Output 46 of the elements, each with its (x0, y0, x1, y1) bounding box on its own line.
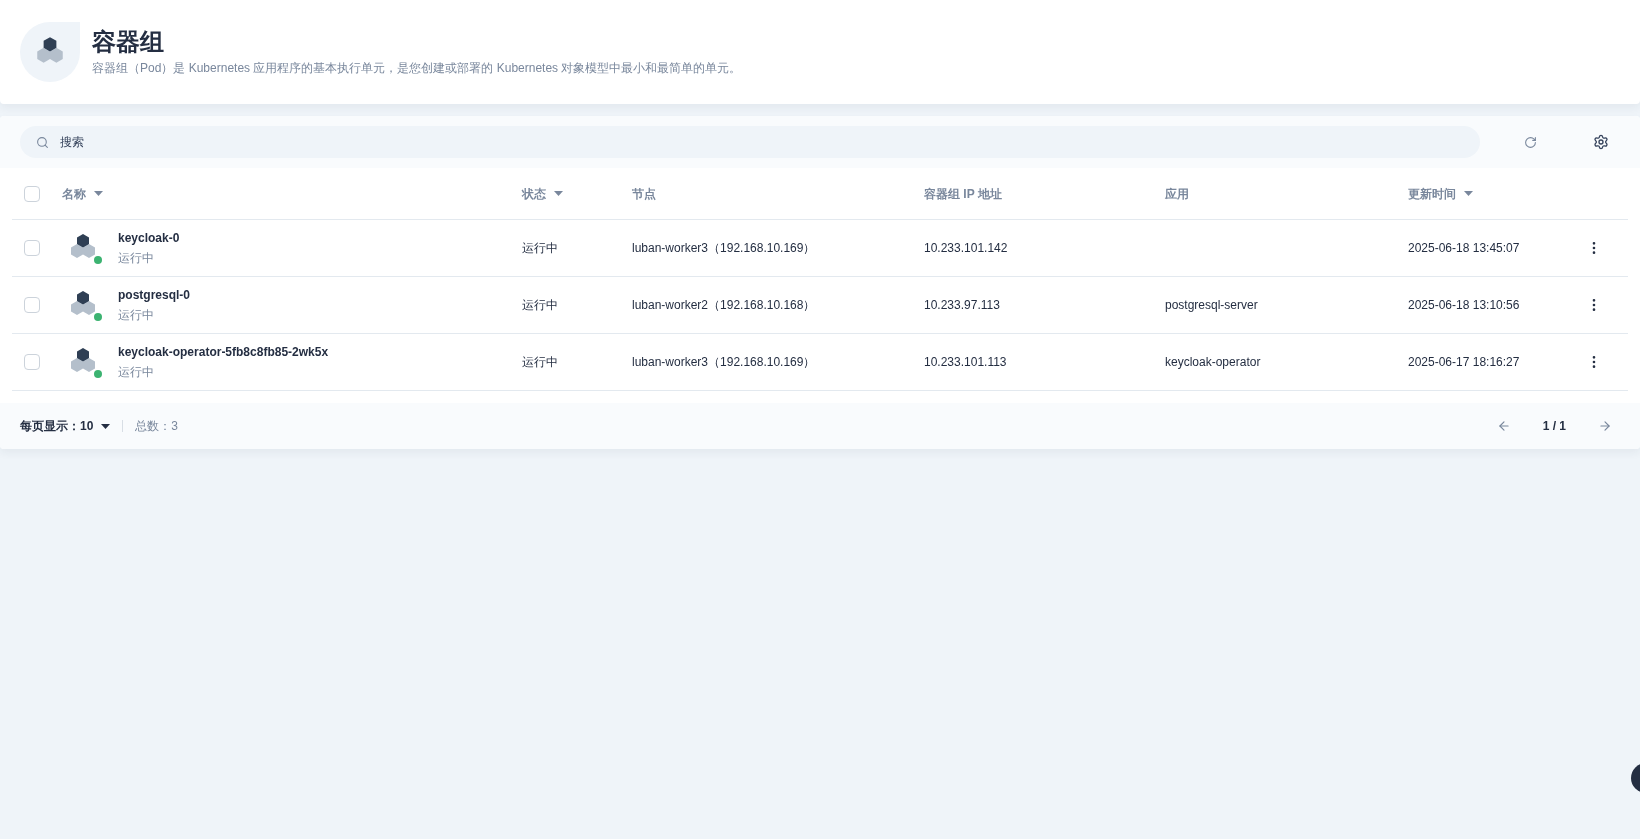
checkbox[interactable] (24, 297, 40, 313)
checkbox[interactable] (24, 354, 40, 370)
search-icon (36, 136, 49, 149)
status-cell: 运行中 (522, 354, 558, 370)
page-size-dropdown[interactable]: 每页显示：10 (20, 418, 111, 434)
pod-name-link[interactable]: postgresql-0 (118, 287, 190, 303)
pod-status-text: 运行中 (118, 250, 155, 266)
updated-time-cell: 2025-06-18 13:10:56 (1408, 297, 1520, 313)
column-header[interactable]: 状态 (522, 185, 563, 202)
settings-icon (1593, 134, 1609, 150)
arrow-left-icon (1496, 419, 1511, 433)
pod-name-link[interactable]: keycloak-0 (118, 230, 180, 246)
previous-page-button[interactable] (1496, 419, 1511, 433)
node-cell: luban-worker3（192.168.10.169） (632, 240, 816, 256)
search-field[interactable]: 搜索 (20, 126, 1480, 158)
updated-time-cell: 2025-06-18 13:45:07 (1408, 240, 1520, 256)
node-cell: luban-worker3（192.168.10.169） (632, 354, 816, 370)
column-header[interactable]: 名称 (62, 185, 103, 202)
refresh-icon (1524, 135, 1537, 149)
pod-name-link[interactable]: keycloak-operator-5fb8c8fb85-2wk5x (118, 344, 329, 360)
node-cell: luban-worker2（192.168.10.168） (632, 297, 816, 313)
status-cell: 运行中 (522, 240, 558, 256)
next-page-button[interactable] (1598, 419, 1612, 433)
ip-cell: 10.233.101.142 (924, 240, 1008, 256)
pod-status-text: 运行中 (118, 307, 155, 323)
page-description: 容器组（Pod）是 Kubernetes 应用程序的基本执行单元，是您创建或部署的 Kubernetes 对象模型中最小和最简单的单元。 (92, 60, 742, 76)
column-header: 节点 (632, 185, 656, 202)
sort-caret-icon (1464, 191, 1473, 196)
column-header: 容器组 IP 地址 (924, 185, 1002, 202)
sort-caret-icon (94, 191, 103, 196)
checkbox[interactable] (24, 185, 40, 202)
ip-cell: 10.233.97.113 (924, 297, 1000, 313)
app-cell: postgresql-server (1165, 298, 1258, 312)
page-title: 容器组 (92, 28, 165, 56)
column-header: 应用 (1165, 185, 1189, 202)
ip-cell: 10.233.101.113 (924, 354, 1007, 370)
total-count: 总数：3 (135, 418, 179, 434)
column-header[interactable]: 更新时间 (1408, 185, 1473, 202)
status-cell: 运行中 (522, 297, 558, 313)
caret-down-icon (101, 423, 111, 429)
pod-status-text: 运行中 (118, 364, 155, 380)
updated-time-cell: 2025-06-17 18:16:27 (1408, 354, 1520, 370)
checkbox[interactable] (24, 240, 40, 256)
sort-caret-icon (554, 191, 563, 196)
page-indicator: 1 / 1 (1542, 418, 1566, 434)
app-cell: keycloak-operator (1165, 355, 1261, 369)
